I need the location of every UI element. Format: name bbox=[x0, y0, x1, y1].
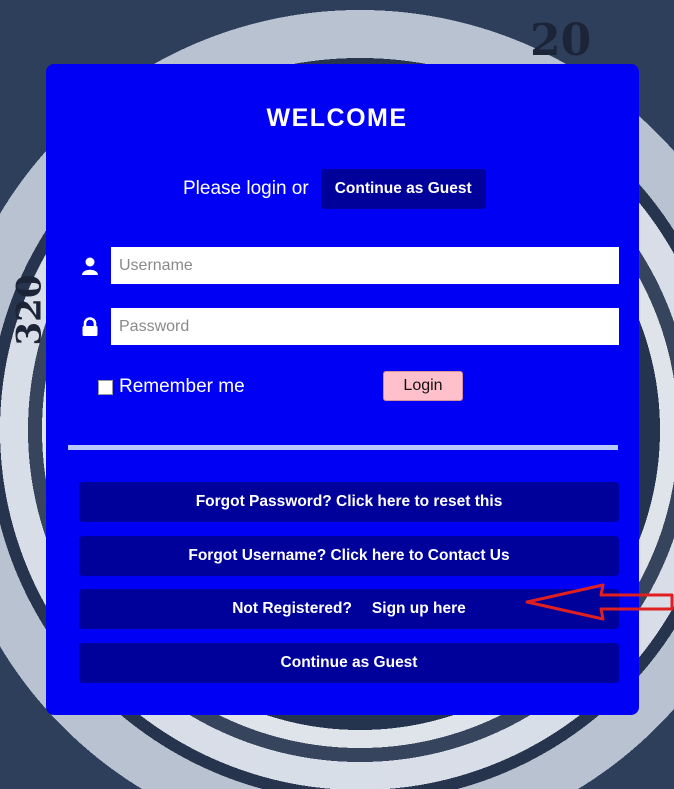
lock-icon bbox=[82, 316, 98, 336]
continue-as-guest-button-top[interactable]: Continue as Guest bbox=[320, 169, 486, 209]
login-prompt-row: Please login or Continue as Guest bbox=[183, 169, 486, 209]
forgot-username-button[interactable]: Forgot Username? Click here to Contact U… bbox=[79, 536, 619, 576]
username-row bbox=[80, 247, 619, 284]
red-arrow-annotation bbox=[525, 583, 674, 621]
background-numeral-20: 20 bbox=[530, 15, 592, 66]
continue-as-guest-button-bottom[interactable]: Continue as Guest bbox=[79, 643, 619, 683]
user-icon bbox=[82, 257, 98, 275]
remember-me-row: Remember me bbox=[98, 376, 245, 398]
divider bbox=[68, 445, 618, 450]
not-registered-text: Not Registered? bbox=[232, 600, 352, 617]
username-input[interactable] bbox=[111, 247, 619, 284]
login-prompt-text: Please login or bbox=[183, 178, 309, 199]
forgot-password-button[interactable]: Forgot Password? Click here to reset thi… bbox=[79, 482, 619, 522]
sign-up-link-text: Sign up here bbox=[371, 600, 466, 617]
password-input[interactable] bbox=[111, 308, 619, 345]
remember-me-checkbox[interactable] bbox=[98, 379, 113, 395]
remember-me-label: Remember me bbox=[119, 376, 245, 397]
login-button[interactable]: Login bbox=[383, 371, 463, 401]
password-row bbox=[80, 308, 619, 345]
welcome-title: WELCOME bbox=[266, 104, 408, 132]
background-numeral-320: 320 bbox=[9, 274, 50, 346]
